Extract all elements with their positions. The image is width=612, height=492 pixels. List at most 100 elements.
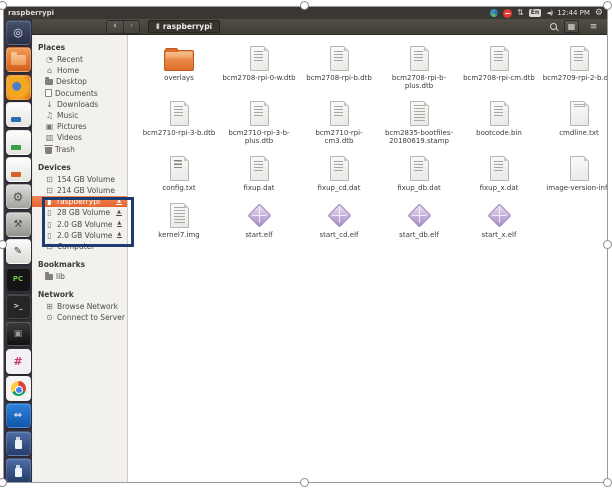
text-editor-icon[interactable]: ✎	[5, 239, 31, 265]
sidebar-item-desktop[interactable]: Desktop	[32, 76, 127, 87]
file-label: bcm2710-rpi-cm3.dtb	[315, 129, 363, 145]
slack-icon[interactable]: #	[5, 348, 31, 374]
sidebar-item-pictures[interactable]: ▣ Pictures	[32, 121, 127, 132]
forward-button[interactable]: ›	[123, 20, 139, 33]
file-item[interactable]: fixup_x.dat	[459, 151, 539, 198]
system-settings-icon[interactable]: ⚙	[5, 184, 31, 210]
libreoffice-calc-icon[interactable]	[5, 129, 31, 155]
drive-icon: ▮	[156, 22, 160, 30]
bookmarks-header: Bookmarks	[38, 260, 86, 269]
file-item-overlays[interactable]: overlays	[139, 41, 219, 96]
window-title: raspberrypi	[8, 9, 54, 17]
sidebar-item-trash[interactable]: Trash	[32, 144, 127, 155]
file-item[interactable]: start.elf	[219, 198, 299, 245]
file-label: cmdline.txt	[559, 129, 599, 137]
selection-handle[interactable]	[603, 1, 612, 10]
item-label: Music	[57, 111, 79, 121]
usb-volume-icon-2[interactable]	[5, 458, 31, 482]
terminal-icon[interactable]: >_	[5, 293, 31, 319]
file-label: overlays	[164, 74, 194, 82]
usb-stick-glyph	[14, 464, 22, 477]
item-label: Recent	[57, 55, 83, 65]
file-label: image-version-info	[546, 184, 608, 192]
sidebar-item-home[interactable]: ⌂ Home	[32, 65, 127, 76]
pycharm-label: PC	[12, 275, 24, 284]
file-item[interactable]: fixup_cd.dat	[299, 151, 379, 198]
file-item[interactable]: config.txt	[139, 151, 219, 198]
selection-handle[interactable]	[603, 478, 612, 487]
file-item[interactable]: bcm2708-rpi-b-plus.dtb	[379, 41, 459, 96]
back-button[interactable]: ‹	[107, 20, 123, 33]
file-item[interactable]: kernel7.img	[139, 198, 219, 245]
console-app-icon[interactable]: ▣	[5, 321, 31, 347]
console-glyph: ▣	[13, 328, 23, 339]
file-item[interactable]: bcm2710-rpi-cm3.dtb	[299, 96, 379, 151]
binary-file-icon	[249, 46, 269, 71]
item-label: 154 GB Volume	[57, 174, 115, 184]
binary-file-icon	[489, 101, 509, 126]
software-tool-icon[interactable]: ⚒	[5, 211, 31, 237]
file-item[interactable]: start_db.elf	[379, 198, 459, 245]
screenshot-frame: raspberrypi ⇅ En ◄) 12:44 PM ⚙ ‹ › ▮ ras…	[3, 6, 608, 483]
sidebar-item-music[interactable]: ♫ Music	[32, 110, 127, 121]
folder-icon	[164, 48, 194, 71]
search-icon[interactable]	[550, 23, 557, 30]
sidebar-item-volume-214gb[interactable]: ⊡ 214 GB Volume	[32, 185, 127, 196]
breadcrumb[interactable]: ▮ raspberrypi	[148, 20, 221, 33]
file-label: config.txt	[162, 184, 196, 192]
sidebar-item-lib[interactable]: lib	[32, 271, 127, 282]
grid-view-button[interactable]: ▦	[564, 20, 579, 33]
libreoffice-impress-icon[interactable]	[5, 156, 31, 182]
selection-handle[interactable]	[0, 478, 7, 487]
binary-file-icon	[249, 101, 269, 126]
teamviewer-icon[interactable]: ⇔	[5, 403, 31, 429]
keyboard-layout-badge[interactable]: En	[528, 9, 542, 17]
navigation-buttons: ‹ ›	[106, 19, 140, 34]
places-sidebar: Places ◔ Recent ⌂ Home Desktop Documents ↓…	[32, 35, 128, 482]
file-item[interactable]: fixup_db.dat	[379, 151, 459, 198]
image-file-icon	[169, 203, 189, 228]
pycharm-icon[interactable]: PC	[5, 266, 31, 292]
indicator-applet-icon[interactable]	[490, 9, 499, 17]
session-gear-icon[interactable]: ⚙	[595, 8, 603, 18]
firefox-icon[interactable]	[5, 74, 31, 100]
breadcrumb-label: raspberrypi	[162, 21, 213, 31]
file-item[interactable]: bcm2708-rpi-0-w.dtb	[219, 41, 299, 96]
volume-icon[interactable]: ◄)	[546, 9, 553, 17]
selection-handle[interactable]	[300, 1, 309, 10]
files-icon[interactable]	[5, 47, 31, 73]
file-item[interactable]: start_cd.elf	[299, 198, 379, 245]
network-arrows-icon[interactable]: ⇅	[517, 9, 524, 17]
sidebar-item-recent[interactable]: ◔ Recent	[32, 54, 127, 65]
sidebar-item-connect-to-server[interactable]: ⊙ Connect to Server	[32, 312, 127, 323]
file-item[interactable]: image-version-info	[539, 151, 608, 198]
music-icon: ♫	[45, 111, 54, 121]
file-label: fixup.dat	[243, 184, 275, 192]
file-item[interactable]: bootcode.bin	[459, 96, 539, 151]
file-item[interactable]: cmdline.txt	[539, 96, 607, 151]
file-grid: overlays bcm2708-rpi-0-w.dtb bcm2708-rpi…	[139, 41, 607, 245]
file-item[interactable]: bcm2708-rpi-b.dtb	[299, 41, 379, 96]
sidebar-item-videos[interactable]: ▥ Videos	[32, 132, 127, 143]
chrome-icon[interactable]	[5, 376, 31, 402]
file-item[interactable]: bcm2710-rpi-3-b-plus.dtb	[219, 96, 299, 151]
do-not-disturb-icon[interactable]	[503, 8, 513, 18]
libreoffice-writer-icon[interactable]	[5, 102, 31, 128]
file-label: bcm2710-rpi-3-b.dtb	[142, 129, 216, 137]
usb-volume-icon-1[interactable]	[5, 430, 31, 456]
file-item[interactable]: start_x.elf	[459, 198, 539, 245]
file-item[interactable]: fixup.dat	[219, 151, 299, 198]
file-item[interactable]: bcm2710-rpi-3-b.dtb	[139, 96, 219, 151]
sidebar-item-browse-network[interactable]: ⊞ Browse Network	[32, 301, 127, 312]
clock[interactable]: 12:44 PM	[557, 7, 590, 19]
selection-handle[interactable]	[603, 240, 612, 249]
sidebar-item-downloads[interactable]: ↓ Downloads	[32, 99, 127, 110]
menu-button[interactable]: ≡	[586, 20, 601, 33]
ubuntu-dash-icon[interactable]: ◎	[5, 20, 31, 45]
file-item[interactable]: bcm2709-rpi-2-b.dtb	[539, 41, 607, 96]
file-item[interactable]: bcm2708-rpi-cm.dtb	[459, 41, 539, 96]
file-item[interactable]: bcm2835-bootfiles-20180619.stamp	[379, 96, 459, 151]
selection-handle[interactable]	[300, 478, 309, 487]
sidebar-item-volume-154gb[interactable]: ⊡ 154 GB Volume	[32, 174, 127, 185]
sidebar-item-documents[interactable]: Documents	[32, 88, 127, 99]
